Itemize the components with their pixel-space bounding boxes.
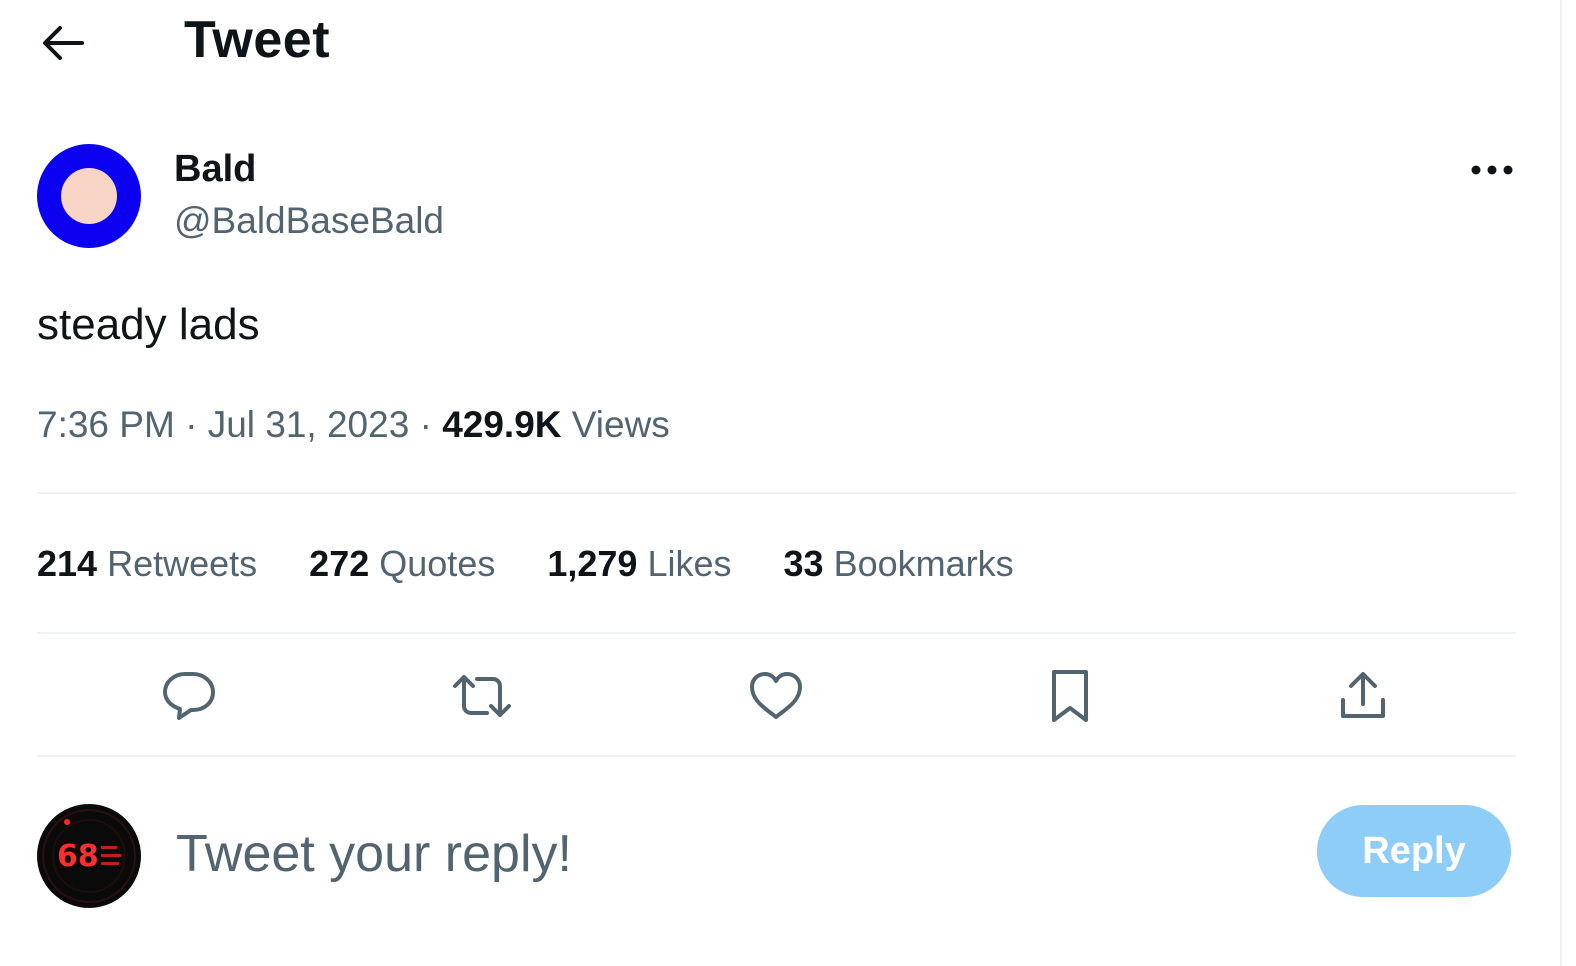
author-handle[interactable]: @BaldBaseBald	[174, 200, 444, 242]
reply-submit-button[interactable]: Reply	[1317, 805, 1511, 897]
back-button[interactable]	[30, 14, 94, 72]
stat-likes[interactable]: 1,279 Likes	[547, 543, 731, 585]
stat-label: Likes	[647, 543, 732, 584]
reply-icon	[163, 672, 215, 720]
stat-count: 33	[783, 543, 824, 584]
more-options-button[interactable]	[1462, 150, 1522, 190]
stat-count: 214	[37, 543, 98, 584]
bookmark-button[interactable]	[1038, 664, 1102, 728]
stat-count: 272	[309, 543, 370, 584]
tweet-time[interactable]: 7:36 PM	[37, 404, 175, 445]
stat-quotes[interactable]: 272 Quotes	[309, 543, 495, 585]
share-icon	[1341, 672, 1385, 718]
share-button[interactable]	[1331, 664, 1395, 728]
retweet-icon	[453, 675, 511, 717]
engagement-stats: 214 Retweets 272 Quotes 1,279 Likes 33 B…	[37, 543, 1066, 585]
user-avatar[interactable]: 68	[37, 804, 141, 908]
page-title: Tweet	[184, 11, 331, 69]
avatar-logo: 68	[42, 809, 136, 903]
meta-separator: ·	[174, 404, 208, 445]
divider	[37, 492, 1516, 494]
tweet-meta: 7:36 PM · Jul 31, 2023 · 429.9K Views	[37, 404, 670, 446]
column-border	[1560, 0, 1562, 966]
stat-bookmarks[interactable]: 33 Bookmarks	[784, 543, 1014, 585]
views-label: Views	[571, 404, 670, 445]
avatar-logo-text: 68	[57, 839, 99, 874]
tweet-date[interactable]: Jul 31, 2023	[208, 404, 410, 445]
divider	[37, 632, 1516, 634]
like-button[interactable]	[744, 664, 808, 728]
retweet-button[interactable]	[450, 664, 514, 728]
tweet-text: steady lads	[37, 300, 260, 349]
arrow-left-icon	[43, 26, 84, 60]
bookmark-icon	[1052, 670, 1088, 722]
stat-label: Retweets	[107, 543, 258, 584]
reply-button[interactable]	[157, 664, 221, 728]
like-icon	[750, 672, 802, 719]
stat-retweets[interactable]: 214 Retweets	[37, 543, 257, 585]
author-display-name[interactable]: Bald	[174, 148, 256, 191]
meta-separator: ·	[409, 404, 443, 445]
views-count: 429.9K	[442, 404, 562, 445]
stat-label: Bookmarks	[833, 543, 1014, 584]
stat-count: 1,279	[547, 543, 638, 584]
divider	[37, 755, 1516, 757]
author-avatar[interactable]	[37, 144, 141, 248]
more-icon	[1471, 165, 1513, 175]
avatar-center	[61, 168, 117, 224]
reply-input[interactable]	[176, 816, 1276, 892]
stat-label: Quotes	[379, 543, 496, 584]
